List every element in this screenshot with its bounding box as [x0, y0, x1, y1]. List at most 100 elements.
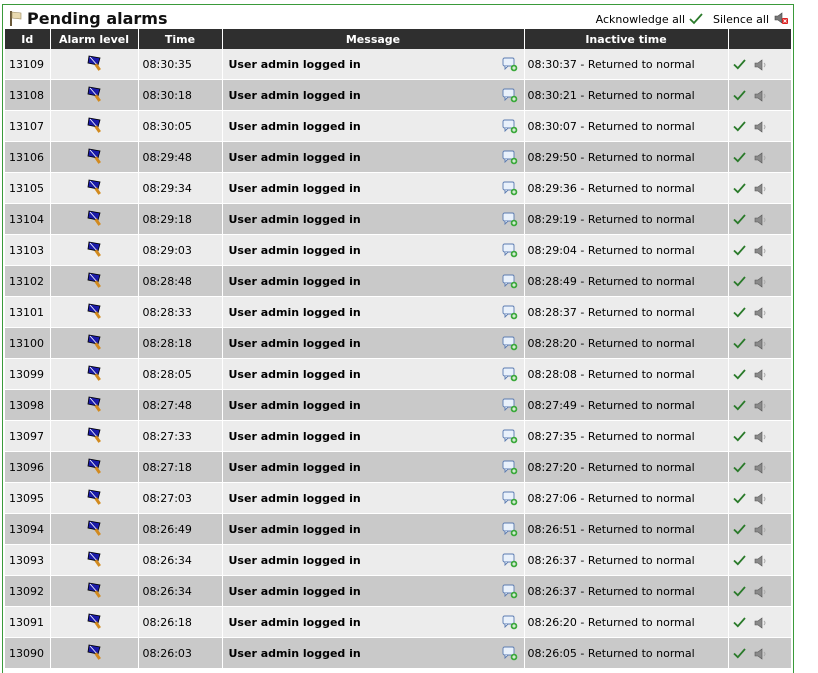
alarm-message-cell: User admin logged in — [222, 234, 525, 266]
table-row: 13091 08:26:18 User admin logged in 08:2… — [5, 606, 791, 638]
speaker-mute-icon[interactable] — [753, 523, 769, 536]
alarm-time: 08:26:18 — [138, 606, 223, 638]
add-comment-icon[interactable] — [502, 491, 518, 506]
add-comment-icon[interactable] — [502, 88, 518, 103]
check-icon[interactable] — [732, 462, 746, 473]
check-icon[interactable] — [732, 245, 746, 256]
table-row: 13096 08:27:18 User admin logged in 08:2… — [5, 451, 791, 483]
add-comment-icon[interactable] — [502, 336, 518, 351]
alarm-message-cell: User admin logged in — [222, 575, 525, 607]
speaker-mute-icon[interactable] — [753, 368, 769, 381]
add-comment-icon[interactable] — [502, 522, 518, 537]
alarm-id: 13103 — [5, 234, 51, 266]
column-header-alarm-level[interactable]: Alarm level — [50, 29, 139, 49]
check-icon[interactable] — [732, 338, 746, 349]
alarm-inactive-time: 08:30:21 - Returned to normal — [524, 79, 729, 111]
alarm-message-cell: User admin logged in — [222, 544, 525, 576]
add-comment-icon[interactable] — [502, 119, 518, 134]
add-comment-icon[interactable] — [502, 150, 518, 165]
speaker-mute-icon[interactable] — [753, 585, 769, 598]
check-icon[interactable] — [689, 13, 703, 25]
speaker-mute-icon[interactable] — [753, 58, 769, 71]
alarm-level-cell — [50, 513, 139, 545]
check-icon[interactable] — [732, 152, 746, 163]
speaker-mute-icon[interactable] — [753, 306, 769, 319]
speaker-mute-icon[interactable] — [753, 647, 769, 660]
alarm-level-cell — [50, 575, 139, 607]
alarm-id: 13097 — [5, 420, 51, 452]
add-comment-icon[interactable] — [502, 212, 518, 227]
check-icon[interactable] — [732, 90, 746, 101]
check-icon[interactable] — [732, 493, 746, 504]
header-actions: Acknowledge all Silence all — [596, 12, 789, 26]
check-icon[interactable] — [732, 555, 746, 566]
speaker-mute-icon[interactable] — [753, 182, 769, 195]
check-icon[interactable] — [732, 524, 746, 535]
speaker-mute-icon[interactable] — [753, 275, 769, 288]
alarm-level-cell — [50, 203, 139, 235]
alarm-inactive-time: 08:28:08 - Returned to normal — [524, 358, 729, 390]
check-icon[interactable] — [732, 648, 746, 659]
alarm-id: 13092 — [5, 575, 51, 607]
alarm-level-cell — [50, 296, 139, 328]
alarm-level-cell — [50, 79, 139, 111]
alarm-time: 08:30:18 — [138, 79, 223, 111]
check-icon[interactable] — [732, 307, 746, 318]
add-comment-icon[interactable] — [502, 460, 518, 475]
alarm-message-cell: User admin logged in — [222, 606, 525, 638]
check-icon[interactable] — [732, 431, 746, 442]
check-icon[interactable] — [732, 586, 746, 597]
add-comment-icon[interactable] — [502, 398, 518, 413]
speaker-mute-icon[interactable] — [753, 244, 769, 257]
add-comment-icon[interactable] — [502, 615, 518, 630]
alarm-message: User admin logged in — [228, 305, 361, 319]
check-icon[interactable] — [732, 400, 746, 411]
column-header-time[interactable]: Time — [138, 29, 223, 49]
alarm-message: User admin logged in — [228, 367, 361, 381]
alarm-actions-cell — [728, 327, 791, 359]
speaker-mute-icon[interactable] — [753, 616, 769, 629]
add-comment-icon[interactable] — [502, 243, 518, 258]
acknowledge-all-button[interactable]: Acknowledge all — [596, 13, 685, 26]
alarm-actions-cell — [728, 79, 791, 111]
silence-all-button[interactable]: Silence all — [713, 13, 769, 26]
add-comment-icon[interactable] — [502, 305, 518, 320]
alarm-time: 08:27:48 — [138, 389, 223, 421]
silence-all-icon[interactable] — [773, 12, 789, 26]
add-comment-icon[interactable] — [502, 553, 518, 568]
check-icon[interactable] — [732, 276, 746, 287]
alarm-inactive-time: 08:28:37 - Returned to normal — [524, 296, 729, 328]
add-comment-icon[interactable] — [502, 429, 518, 444]
speaker-mute-icon[interactable] — [753, 89, 769, 102]
column-header-message[interactable]: Message — [222, 29, 525, 49]
speaker-mute-icon[interactable] — [753, 213, 769, 226]
add-comment-icon[interactable] — [502, 274, 518, 289]
check-icon[interactable] — [732, 214, 746, 225]
speaker-mute-icon[interactable] — [753, 554, 769, 567]
speaker-mute-icon[interactable] — [753, 492, 769, 505]
column-header-id[interactable]: Id — [5, 29, 51, 49]
speaker-mute-icon[interactable] — [753, 120, 769, 133]
check-icon[interactable] — [732, 59, 746, 70]
add-comment-icon[interactable] — [502, 584, 518, 599]
check-icon[interactable] — [732, 617, 746, 628]
column-header-inactive-time[interactable]: Inactive time — [524, 29, 729, 49]
table-row: 13100 08:28:18 User admin logged in 08:2… — [5, 327, 791, 359]
check-icon[interactable] — [732, 183, 746, 194]
check-icon[interactable] — [732, 369, 746, 380]
speaker-mute-icon[interactable] — [753, 461, 769, 474]
add-comment-icon[interactable] — [502, 367, 518, 382]
alarm-flag-icon — [87, 427, 101, 443]
speaker-mute-icon[interactable] — [753, 399, 769, 412]
add-comment-icon[interactable] — [502, 57, 518, 72]
check-icon[interactable] — [732, 121, 746, 132]
add-comment-icon[interactable] — [502, 646, 518, 661]
alarm-message: User admin logged in — [228, 274, 361, 288]
speaker-mute-icon[interactable] — [753, 151, 769, 164]
alarm-time: 08:26:49 — [138, 513, 223, 545]
table-row: 13106 08:29:48 User admin logged in 08:2… — [5, 141, 791, 173]
speaker-mute-icon[interactable] — [753, 430, 769, 443]
add-comment-icon[interactable] — [502, 181, 518, 196]
table-row: 13105 08:29:34 User admin logged in 08:2… — [5, 172, 791, 204]
speaker-mute-icon[interactable] — [753, 337, 769, 350]
